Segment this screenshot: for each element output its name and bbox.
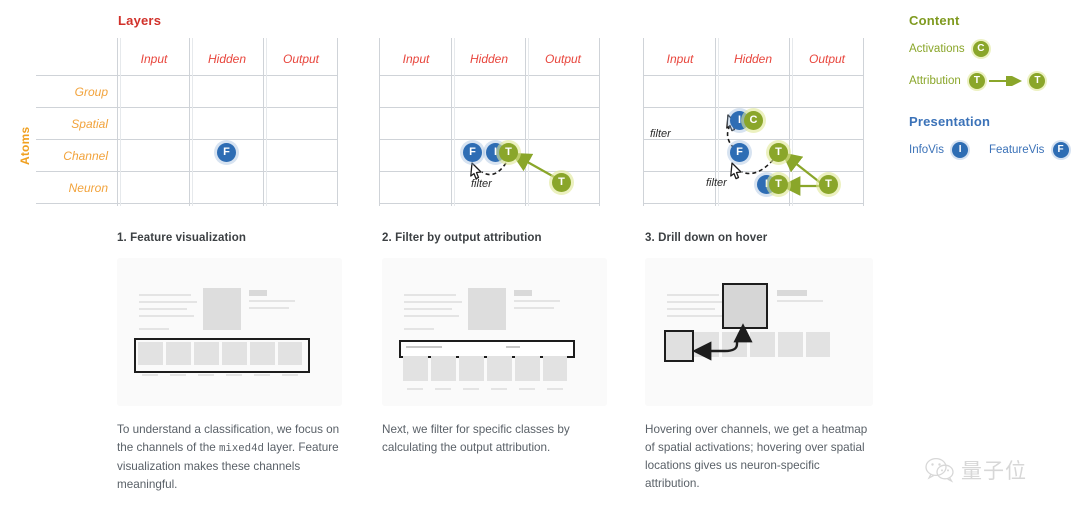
step-thumbnail-3[interactable] [645, 258, 873, 406]
step-card-3: 3. Drill down on hover Hovering over cha… [645, 232, 873, 494]
step-caption: Next, we filter for specific classes by … [382, 421, 607, 458]
grid-col-header-hidden: Hidden [207, 52, 247, 66]
grid-row-header-channel: Channel [63, 149, 108, 163]
grid-row-header-group: Group [74, 85, 108, 99]
step-caption: To understand a classification, we focus… [117, 421, 342, 494]
badge-featurevis[interactable]: F [730, 143, 749, 162]
legend-content-heading: Content [909, 13, 960, 28]
grid-hline [36, 75, 338, 76]
legend: Content Activations C Attribution T T Pr… [905, 0, 1080, 180]
caption-code-mixed4d: mixed4d [219, 443, 264, 455]
grid-vline [266, 38, 267, 206]
wechat-icon [925, 457, 954, 483]
legend-featurevis-label: FeatureVis [989, 144, 1045, 157]
grid-vline [189, 38, 190, 206]
caption-text-2a: Next, we filter for specific classes by … [382, 423, 570, 454]
badge-featurevis[interactable]: F [217, 143, 236, 162]
layers-title: Layers [118, 13, 162, 28]
badge-activations[interactable]: C [972, 41, 989, 57]
legend-arrow-icon [989, 73, 1023, 89]
grid-hline [36, 171, 338, 172]
grid-hline [36, 139, 338, 140]
grid-vline [192, 38, 193, 206]
badge-attribution-from[interactable]: T [968, 73, 985, 89]
watermark: 量子位 [925, 455, 1027, 485]
step-card-1: 1. Feature visualization To understand a… [117, 232, 342, 494]
step-title: 3. Drill down on hover [645, 232, 768, 244]
badge-attribution-output[interactable]: T [552, 173, 571, 192]
badge-featurevis[interactable]: F [463, 143, 482, 162]
legend-infovis-row: InfoVis I [909, 142, 969, 158]
grid-hline [36, 203, 338, 204]
diagram-top-section: Layers Atoms Input Hidden Output Group S… [0, 0, 1080, 225]
grid-vline [263, 38, 264, 206]
step-title: 2. Filter by output attribution [382, 232, 542, 244]
filter-label-bottom: filter [706, 177, 727, 189]
grid-row-header-spatial: Spatial [71, 117, 108, 131]
filter-label: filter [471, 178, 492, 190]
panel2-arrows [470, 152, 557, 180]
step-thumbnail-1[interactable] [117, 258, 342, 406]
step-title: 1. Feature visualization [117, 232, 246, 244]
step-thumbnail-2[interactable] [382, 258, 607, 406]
badge-attribution-output[interactable]: T [819, 175, 838, 194]
legend-attribution-label: Attribution [909, 75, 961, 88]
legend-infovis-label: InfoVis [909, 144, 944, 157]
grid-col-header-input: Input [140, 52, 168, 66]
filter-label-top: filter [650, 128, 671, 140]
badge-attribution-neuron[interactable]: T [769, 175, 788, 194]
grid-vline [337, 38, 338, 206]
legend-attribution-row: Attribution T T [909, 73, 1046, 89]
grid-vline [117, 38, 118, 206]
legend-featurevis-row: FeatureVis F [989, 142, 1069, 158]
watermark-text: 量子位 [961, 459, 1027, 483]
badge-activations[interactable]: C [744, 111, 763, 130]
badge-infovis[interactable]: I [952, 142, 969, 158]
badge-attribution[interactable]: T [499, 143, 518, 162]
step-caption: Hovering over channels, we get a heatmap… [645, 421, 873, 494]
grid-row-header-neuron: Neuron [68, 181, 108, 195]
step-card-2: 2. Filter by output attribution Next, we… [382, 232, 607, 458]
badge-attribution-to[interactable]: T [1029, 73, 1046, 89]
grid-col-header-output: Output [282, 52, 320, 66]
badge-featurevis[interactable]: F [1052, 142, 1069, 158]
badge-attribution[interactable]: T [769, 143, 788, 162]
legend-activations-label: Activations [909, 43, 965, 56]
legend-presentation-heading: Presentation [909, 114, 991, 129]
caption-text-3a: Hovering over channels, we get a heatmap… [645, 423, 868, 490]
legend-activations-row: Activations C [909, 41, 989, 57]
grid-vline [120, 38, 121, 206]
grid-hline [36, 107, 338, 108]
thumb3-arrows [692, 323, 753, 361]
